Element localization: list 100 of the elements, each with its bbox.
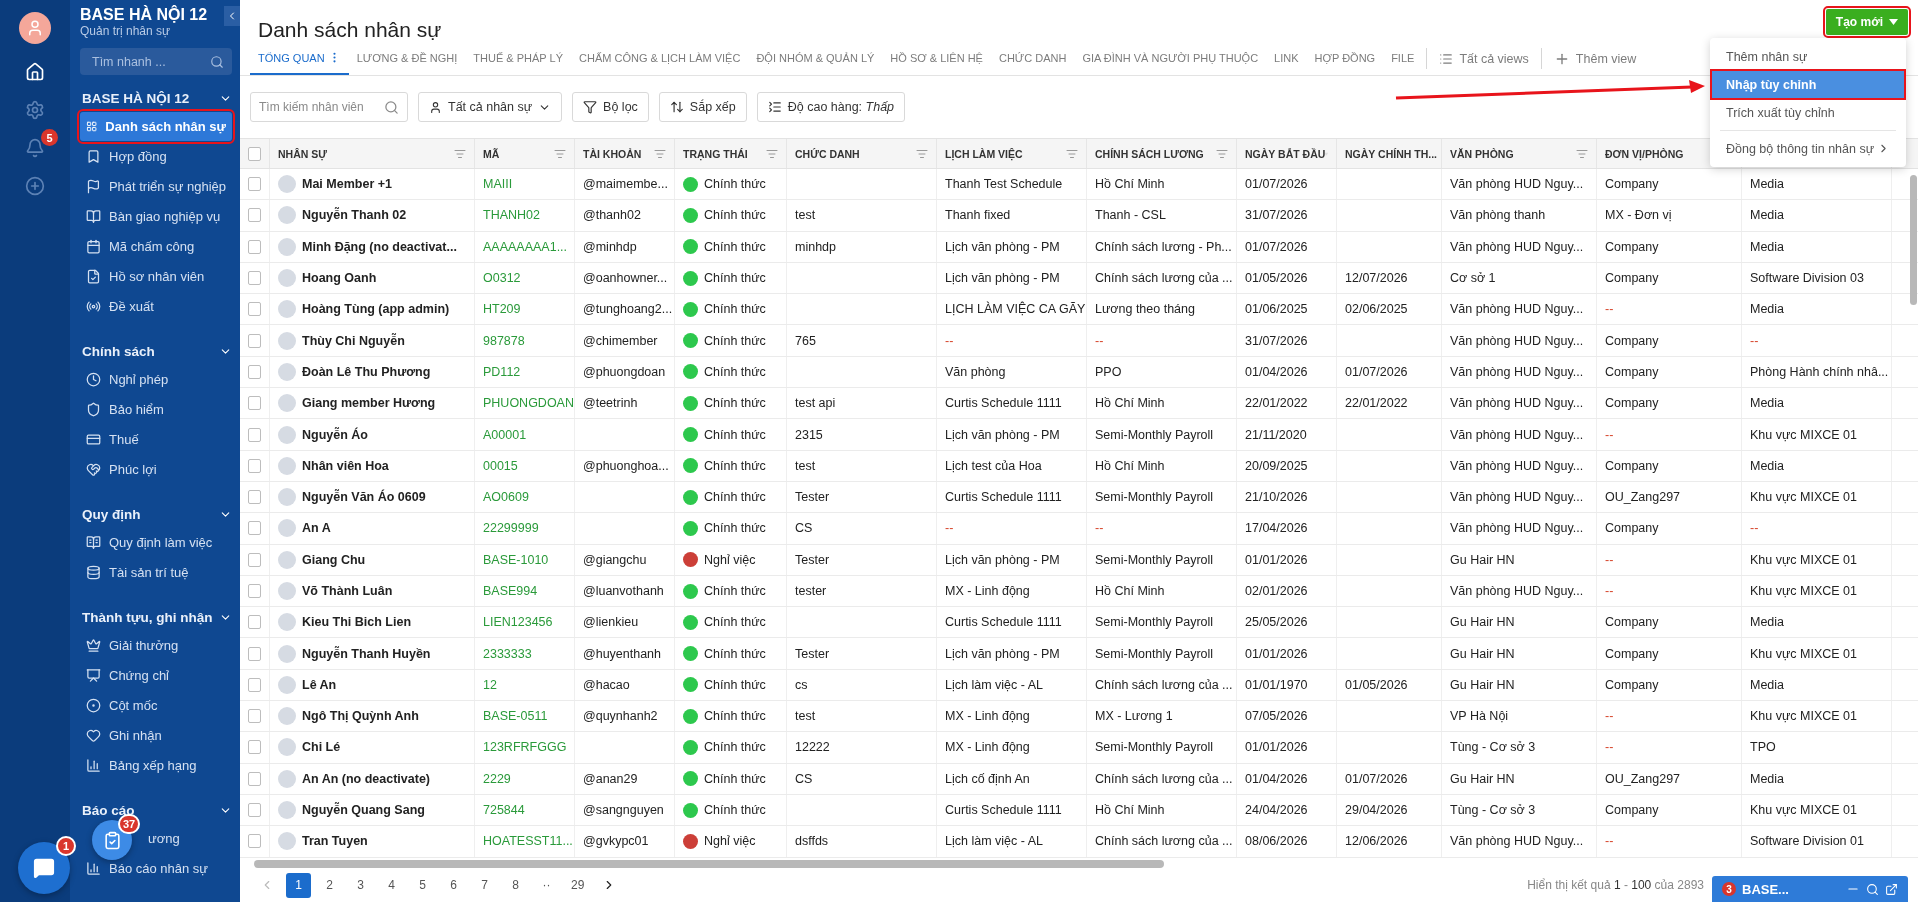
row-checkbox[interactable] — [248, 646, 261, 661]
tab[interactable]: ĐỘI NHÓM & QUẢN LÝ — [748, 42, 883, 75]
column-header[interactable]: LỊCH LÀM VIỆC — [945, 147, 1023, 160]
nav-item[interactable]: Danh sách nhân sự — [80, 112, 232, 141]
row-checkbox[interactable] — [248, 709, 261, 724]
section-title[interactable]: Quy định — [82, 506, 141, 522]
quick-search-field[interactable]: Tìm nhanh ... — [80, 48, 232, 75]
employee-name[interactable]: Nguyễn Áo — [302, 427, 368, 442]
nav-item[interactable]: Bảo hiểm — [80, 395, 232, 424]
row-height-button[interactable]: Độ cao hàng: Thấp — [756, 92, 906, 122]
row-checkbox[interactable] — [248, 740, 261, 755]
nav-item[interactable]: Hồ sơ nhân viên — [80, 262, 232, 291]
employee-name[interactable]: An An (no deactivate) — [302, 771, 431, 786]
page-button[interactable]: ·· — [534, 872, 559, 898]
user-avatar[interactable] — [19, 12, 51, 44]
page-button[interactable]: 4 — [379, 872, 404, 898]
filter-icon[interactable] — [916, 147, 928, 160]
employee-name[interactable]: Thùy Chi Nguyễn — [302, 333, 405, 348]
settings-icon[interactable] — [25, 100, 45, 120]
add-view-button[interactable]: Thêm view — [1545, 42, 1645, 75]
section-title[interactable]: Thành tựu, ghi nhận — [82, 609, 213, 625]
nav-item[interactable]: Ghi nhận — [80, 721, 232, 750]
column-header[interactable]: CHÍNH SÁCH LƯƠNG — [1095, 147, 1204, 160]
employee-name[interactable]: Nhân viên Hoa — [302, 458, 389, 473]
filter-icon[interactable] — [1066, 147, 1078, 160]
employee-name[interactable]: Nguyễn Thanh 02 — [302, 208, 407, 223]
filter-icon[interactable] — [554, 147, 566, 160]
employee-name[interactable]: Giang Chu — [302, 552, 366, 567]
tab[interactable]: CHẤM CÔNG & LỊCH LÀM VIỆC — [571, 42, 749, 75]
row-checkbox[interactable] — [248, 396, 261, 411]
row-checkbox[interactable] — [248, 302, 261, 317]
nav-item[interactable]: Báo cáo nhân sự — [80, 854, 232, 883]
column-header[interactable]: TRẠNG THÁI — [683, 147, 748, 160]
tab[interactable]: GIA ĐÌNH VÀ NGƯỜI PHỤ THUỘC — [1074, 42, 1267, 75]
row-checkbox[interactable] — [248, 677, 261, 692]
nav-item[interactable]: Phúc lợi — [80, 455, 232, 484]
tab[interactable]: TỔNG QUAN — [250, 42, 349, 75]
column-header[interactable]: MÃ — [483, 147, 500, 160]
employee-name[interactable]: Nguyễn Văn Áo 0609 — [302, 490, 426, 505]
employee-name[interactable]: Chi Lé — [302, 740, 341, 755]
nav-item[interactable]: Thuế — [80, 425, 232, 454]
column-header[interactable]: NGÀY BẮT ĐẦU — [1245, 147, 1326, 160]
nav-item[interactable]: Phát triển sự nghiệp — [80, 172, 232, 201]
employee-name[interactable]: Tran Tuyen — [302, 834, 368, 849]
tab[interactable]: HỢP ĐỒNG — [1306, 42, 1384, 75]
row-checkbox[interactable] — [248, 552, 261, 567]
page-button[interactable]: 5 — [410, 872, 435, 898]
nav-item[interactable]: Giải thưởng — [80, 631, 232, 660]
page-button[interactable]: 7 — [472, 872, 497, 898]
page-button[interactable]: 3 — [348, 872, 373, 898]
all-views-button[interactable]: Tất cả views — [1431, 42, 1537, 75]
row-checkbox[interactable] — [248, 771, 261, 786]
row-checkbox[interactable] — [248, 803, 261, 818]
notification-icon[interactable] — [25, 138, 45, 158]
page-button[interactable]: 29 — [565, 872, 591, 898]
filter-icon[interactable] — [1576, 147, 1588, 160]
menu-item[interactable]: Đồng bộ thông tin nhân sự — [1712, 135, 1904, 162]
home-icon[interactable] — [25, 62, 45, 82]
row-checkbox[interactable] — [248, 615, 261, 630]
page-button[interactable]: 2 — [317, 872, 342, 898]
tab[interactable]: LINK — [1266, 42, 1307, 75]
nav-item[interactable]: Mã chấm công — [80, 232, 232, 261]
section-title[interactable]: Chính sách — [82, 343, 155, 359]
page-button[interactable]: 1 — [286, 872, 311, 898]
nav-item[interactable]: Hợp đồng — [80, 142, 232, 171]
employee-name[interactable]: Đoàn Lê Thu Phương — [302, 364, 431, 379]
scrollbar[interactable] — [1910, 175, 1917, 305]
row-checkbox[interactable] — [248, 521, 261, 536]
employee-name[interactable]: Nguyễn Quang Sang — [302, 803, 425, 818]
menu-item[interactable]: Trích xuất tùy chỉnh — [1712, 99, 1904, 126]
filter-icon[interactable] — [766, 147, 778, 160]
row-checkbox[interactable] — [248, 271, 261, 286]
employee-name[interactable]: Ngô Thị Quỳnh Anh — [302, 709, 419, 724]
sort-button[interactable]: Sắp xếp — [658, 92, 747, 122]
select-all-checkbox[interactable] — [248, 146, 261, 161]
employee-search-field[interactable]: Tìm kiếm nhân viên — [250, 92, 408, 122]
chat-widget[interactable]: 3 BASE... — [1712, 876, 1908, 902]
employee-name[interactable]: Võ Thành Luân — [302, 584, 393, 598]
column-header[interactable]: CHỨC DANH — [795, 147, 860, 160]
employee-name[interactable]: Lê An — [302, 677, 337, 692]
scope-dropdown[interactable]: Tất cả nhân sự — [418, 92, 563, 122]
row-checkbox[interactable] — [248, 490, 261, 505]
add-icon[interactable] — [25, 176, 45, 196]
row-checkbox[interactable] — [248, 834, 261, 849]
scrollbar[interactable] — [254, 859, 1164, 868]
nav-item[interactable]: Quy định làm việc — [80, 528, 232, 557]
employee-name[interactable]: Hoang Oanh — [302, 271, 377, 286]
external-link-icon[interactable] — [1885, 882, 1898, 896]
menu-item[interactable]: Thêm nhân sự — [1712, 43, 1904, 70]
column-header[interactable]: ĐƠN VỊ/PHÒNG — [1605, 147, 1684, 160]
search-icon[interactable] — [1866, 882, 1879, 896]
employee-name[interactable]: Kieu Thi Bich Lien — [302, 615, 412, 630]
row-checkbox[interactable] — [248, 427, 261, 442]
employee-name[interactable]: Mai Member +1 — [302, 177, 392, 192]
filter-button[interactable]: Bộ lọc — [572, 92, 649, 122]
tab[interactable]: FILE — [1383, 42, 1423, 75]
employee-name[interactable]: Hoàng Tùng (app admin) — [302, 302, 450, 317]
nav-item[interactable]: Cột mốc — [80, 691, 232, 720]
tab[interactable]: CHỨC DANH — [990, 42, 1075, 75]
tab[interactable]: LƯƠNG & ĐỀ NGHỊ — [348, 42, 466, 75]
